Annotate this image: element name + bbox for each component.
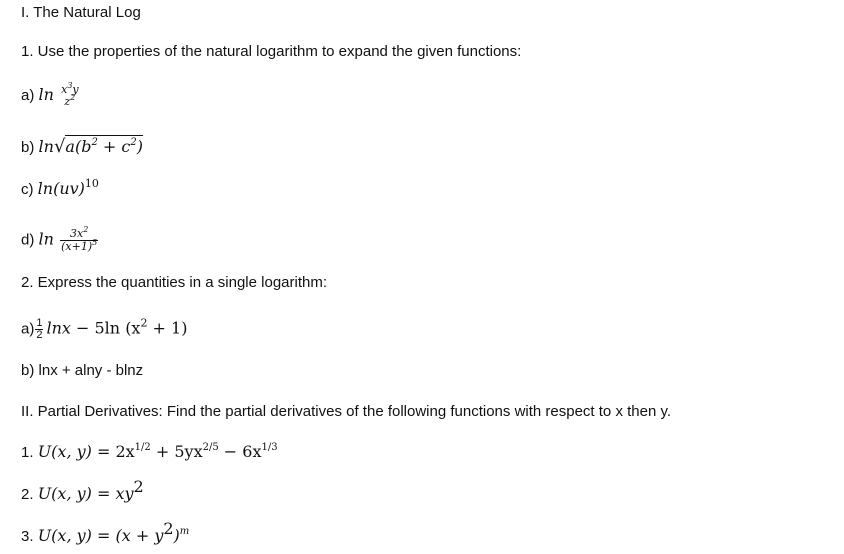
ln-function: ln bbox=[38, 137, 54, 156]
question-1d: d) ln 3x2 (x+1)5 bbox=[21, 225, 100, 253]
term: lnx bbox=[46, 318, 71, 338]
fraction: x3y z2 bbox=[61, 81, 79, 108]
exponent: 10 bbox=[84, 177, 99, 190]
item-label: d) bbox=[21, 231, 35, 249]
partial-question-1: 1. U(x, y) = 2x1/2 + 5yx2/5 − 6x1/3 bbox=[21, 442, 278, 463]
question-1-prompt: 1. Use the properties of the natural log… bbox=[21, 43, 522, 60]
item-label: 3. bbox=[21, 528, 34, 545]
radical-icon: √ bbox=[53, 136, 66, 157]
item-label: 2. bbox=[21, 486, 34, 503]
item-label: 1. bbox=[21, 444, 34, 461]
question-1a: a) ln x3y z2 bbox=[21, 81, 82, 108]
item-label: b) bbox=[21, 362, 35, 379]
ln-argument: (uv) bbox=[53, 179, 85, 198]
fraction: 3x2 (x+1)5 bbox=[60, 225, 99, 253]
term: 2x1/2 + 5yx2/5 − 6x1/3 bbox=[115, 442, 278, 461]
ln-function: ln bbox=[38, 229, 54, 249]
partial-question-2: 2. U(x, y) = xy2 bbox=[21, 477, 144, 505]
item-label: a) bbox=[21, 320, 35, 338]
function-lhs: U(x, y) = bbox=[37, 484, 116, 503]
fraction-half: 1 2 bbox=[35, 317, 44, 341]
question-1c: c) ln(uv)10 bbox=[21, 177, 99, 200]
item-label: c) bbox=[21, 181, 34, 198]
term: − 5ln (x bbox=[70, 318, 141, 338]
ln-function: ln bbox=[37, 179, 54, 198]
partial-question-3: 3. U(x, y) = (x + y2)m bbox=[21, 519, 190, 547]
question-2b: b) lnx + alny - blnz bbox=[21, 361, 143, 381]
item-label: a) bbox=[21, 86, 35, 104]
ln-function: ln bbox=[38, 84, 54, 104]
term: xy2 bbox=[115, 477, 144, 504]
question-2-prompt: 2. Express the quantities in a single lo… bbox=[21, 274, 327, 291]
square-root: √a(b2 + c2) bbox=[53, 135, 143, 157]
section-2-heading: II. Partial Derivatives: Find the partia… bbox=[21, 403, 672, 420]
item-label: b) bbox=[21, 139, 35, 156]
term: (x + y2)m bbox=[115, 519, 190, 546]
question-2a: a) 1 2 lnx − 5ln (x2 + 1) bbox=[21, 316, 188, 341]
term: + 1) bbox=[147, 318, 188, 338]
question-1b: b) ln√a(b2 + c2) bbox=[21, 135, 143, 158]
section-1-heading: I. The Natural Log bbox=[21, 4, 141, 21]
function-lhs: U(x, y) = bbox=[37, 442, 116, 461]
function-lhs: U(x, y) = bbox=[37, 526, 116, 545]
expression: lnx + alny - blnz bbox=[38, 362, 144, 379]
